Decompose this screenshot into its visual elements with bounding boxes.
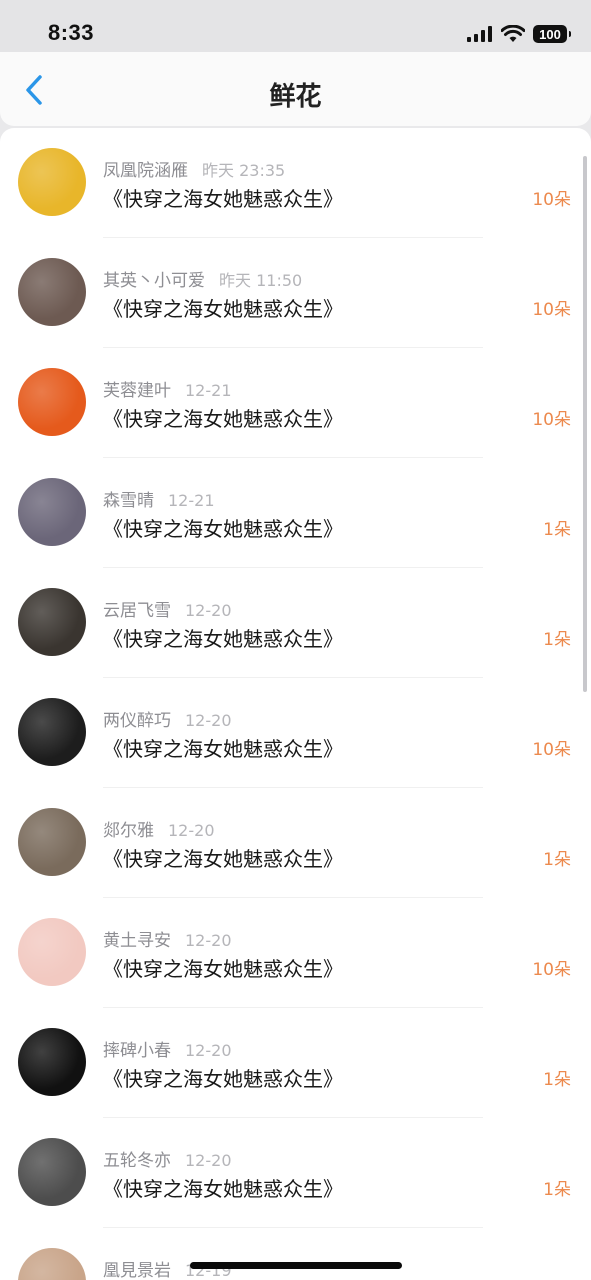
list-item[interactable]: 两仪醉巧 12-20 《快穿之海女她魅惑众生》 10朵 [0,678,591,788]
timestamp: 12-20 [185,931,232,950]
avatar[interactable] [18,698,86,766]
avatar[interactable] [18,1138,86,1206]
flower-list: 凤凰院涵雁 昨天 23:35 《快穿之海女她魅惑众生》 10朵 其英丶小可爱 昨天 11:… [0,128,591,1280]
user-name: 两仪醉巧 [103,711,171,731]
list-item[interactable]: 五轮冬亦 12-20 《快穿之海女她魅惑众生》 1朵 [0,1118,591,1228]
book-title: 《快穿之海女她魅惑众生》 [103,187,343,211]
timestamp: 12-20 [185,1041,232,1060]
book-title: 《快穿之海女她魅惑众生》 [103,1177,343,1201]
list-item[interactable]: 摔碑小春 12-20 《快穿之海女她魅惑众生》 1朵 [0,1008,591,1118]
user-name: 郯尔雅 [103,821,154,841]
battery-icon: 100 [533,25,571,43]
signal-icon [467,26,492,42]
avatar[interactable] [18,258,86,326]
flower-count: 10朵 [532,190,571,210]
flower-count: 1朵 [543,630,571,650]
name-line: 郯尔雅 12-20 [103,816,215,841]
flower-count: 10朵 [532,740,571,760]
timestamp: 昨天 23:35 [202,161,286,180]
flower-count: 1朵 [543,1180,571,1200]
name-line: 黄土寻安 12-20 [103,926,232,951]
timestamp: 12-21 [185,381,232,400]
book-title: 《快穿之海女她魅惑众生》 [103,737,343,761]
book-title: 《快穿之海女她魅惑众生》 [103,957,343,981]
user-name: 摔碑小春 [103,1041,171,1061]
user-name: 云居飞雪 [103,601,171,621]
timestamp: 12-21 [168,491,215,510]
flower-count: 10朵 [532,960,571,980]
flower-count: 10朵 [532,410,571,430]
name-line: 五轮冬亦 12-20 [103,1146,232,1171]
page-title: 鲜花 [269,82,322,112]
status-bar: 8:33 100 [0,0,591,52]
user-name: 凤凰院涵雁 [103,161,188,181]
user-name: 森雪晴 [103,491,154,511]
timestamp: 12-20 [168,821,215,840]
flower-count: 1朵 [543,850,571,870]
status-icons: 100 [467,22,571,46]
book-title: 《快穿之海女她魅惑众生》 [103,847,343,871]
avatar[interactable] [18,478,86,546]
avatar[interactable] [18,1248,86,1280]
flower-count: 10朵 [532,300,571,320]
user-name: 黄土寻安 [103,931,171,951]
flower-count: 1朵 [543,520,571,540]
list-item[interactable]: 凤凰院涵雁 昨天 23:35 《快穿之海女她魅惑众生》 10朵 [0,128,591,238]
book-title: 《快穿之海女她魅惑众生》 [103,1067,343,1091]
name-line: 森雪晴 12-21 [103,486,215,511]
name-line: 两仪醉巧 12-20 [103,706,232,731]
avatar[interactable] [18,368,86,436]
avatar[interactable] [18,1028,86,1096]
status-time: 8:33 [48,20,95,45]
name-line: 凤凰院涵雁 昨天 23:35 [103,156,285,181]
list-item[interactable]: 芙蓉建叶 12-21 《快穿之海女她魅惑众生》 10朵 [0,348,591,458]
avatar[interactable] [18,588,86,656]
book-title: 《快穿之海女她魅惑众生》 [103,407,343,431]
timestamp: 昨天 11:50 [219,271,303,290]
book-title: 《快穿之海女她魅惑众生》 [103,517,343,541]
name-line: 其英丶小可爱 昨天 11:50 [103,266,302,291]
user-name: 芙蓉建叶 [103,381,171,401]
avatar[interactable] [18,808,86,876]
book-title: 《快穿之海女她魅惑众生》 [103,297,343,321]
book-title: 《快穿之海女她魅惑众生》 [103,627,343,651]
timestamp: 12-20 [185,711,232,730]
avatar[interactable] [18,918,86,986]
nav-bar: 鲜花 [0,52,591,126]
avatar[interactable] [18,148,86,216]
name-line: 云居飞雪 12-20 [103,596,232,621]
list-item[interactable]: 云居飞雪 12-20 《快穿之海女她魅惑众生》 1朵 [0,568,591,678]
user-name: 其英丶小可爱 [103,271,205,291]
list-item[interactable]: 郯尔雅 12-20 《快穿之海女她魅惑众生》 1朵 [0,788,591,898]
list-item[interactable]: 黄土寻安 12-20 《快穿之海女她魅惑众生》 10朵 [0,898,591,1008]
timestamp: 12-20 [185,1151,232,1170]
flower-count: 1朵 [543,1070,571,1090]
list-item[interactable]: 森雪晴 12-21 《快穿之海女她魅惑众生》 1朵 [0,458,591,568]
wifi-icon [501,25,525,42]
scrollbar[interactable] [583,156,587,692]
user-name: 五轮冬亦 [103,1151,171,1171]
name-line: 芙蓉建叶 12-21 [103,376,232,401]
list-item[interactable]: 其英丶小可爱 昨天 11:50 《快穿之海女她魅惑众生》 10朵 [0,238,591,348]
list-item[interactable]: 凰見景岩 12-19 [0,1228,591,1280]
user-name: 凰見景岩 [103,1261,171,1280]
timestamp: 12-20 [185,601,232,620]
name-line: 摔碑小春 12-20 [103,1036,232,1061]
home-indicator [190,1262,402,1269]
